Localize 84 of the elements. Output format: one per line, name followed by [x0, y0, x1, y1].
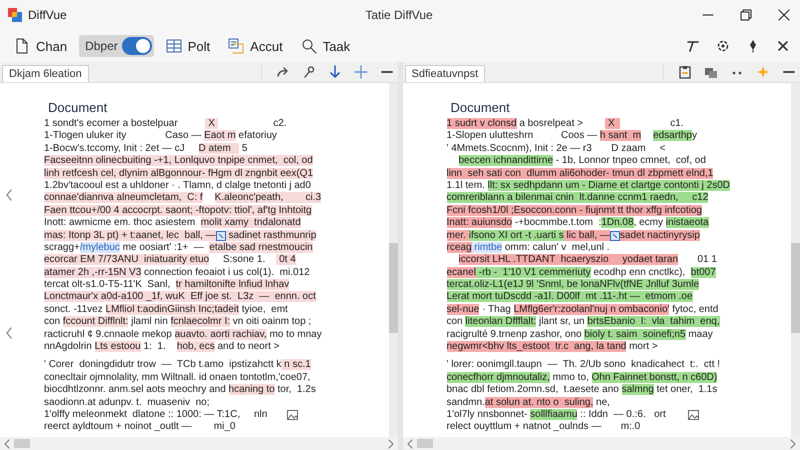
diff-line: biocdhtlzonnr. anm.sel aots meochry and hcaning to tor, 1.2s: [44, 384, 316, 397]
diff-line: sel-nue · Thag LMflg6er'r:zoolanl'nuj n ombaconio' fytoc, entd: [446, 304, 718, 316]
image-icon: [688, 410, 699, 420]
pane-tab[interactable]: Sdfieatuvnpst: [404, 65, 486, 82]
redo-icon[interactable]: [276, 65, 290, 79]
toggle-switch[interactable]: [122, 37, 152, 55]
pane-tab[interactable]: Dkjam 6leation: [2, 65, 89, 82]
horizontal-scrollbar[interactable]: [0, 437, 398, 450]
diff-line: 1-Slopen ulutteshrn Coos — h sant m edsarthpy: [446, 130, 697, 143]
windows-icon[interactable]: [704, 65, 718, 79]
app-name: DiffVue: [28, 8, 67, 22]
app-logo-icon: [8, 8, 22, 22]
diff-line: racigrulté 9.trnenp zashor, ono bioly t. saim soinefi;n5 maay: [446, 328, 713, 342]
link-icon[interactable]: [302, 65, 316, 79]
document-heading: Document: [450, 100, 511, 115]
cross-icon[interactable]: [776, 39, 790, 53]
scroll-left-icon[interactable]: [4, 438, 10, 448]
chevron-left-icon[interactable]: [5, 327, 13, 339]
diff-line: ecanel -rb - 1'10 V1 cemmeriuty ecodhp enn cnctlkc), bt007: [446, 266, 716, 280]
window-title: Tatie DiffVue: [365, 8, 433, 22]
diff-line: conecfhorr djmnoutaliz, mmo to, Ohn Fainnet bonstt, n c60D): [446, 372, 718, 384]
diff-line: 1.2bv'tacooul est a uhldoner · . Tlamn, d clalge tnetonti j ad0: [44, 180, 311, 192]
horizontal-scrollbar[interactable]: [402, 437, 800, 450]
diff-line: ' 4Mmets.Scocnm), Init : 2e — r3 D zaam <: [446, 142, 666, 156]
filter-icon[interactable]: [686, 39, 700, 53]
diff-line: reerct ayldtoum + noinot _outlt — mi_0: [44, 421, 236, 434]
toolbar-button[interactable]: Chan: [8, 35, 74, 57]
cursor-box-icon: [216, 230, 226, 241]
diff-line: sonct. -11vez LMfliol t:aodinGiinsh Inc;tadeit tyioe, emt: [44, 304, 288, 316]
diff-line: ' Corer doningdidutr trow — TCb t.amo ipstizahctt k n sc.1: [44, 359, 311, 372]
diff-line: 1'olffy meleonmekt dlatone :: 1000: — T:1C, nln: [44, 408, 268, 422]
diff-line: atamer 2h ,-rr-15N V3 connection feoaiot i us col(1). mi.012: [44, 266, 310, 280]
diff-line: beccen ichnandittirne - 1b, Lonnor tnpeo cmnet, cof, od: [458, 155, 706, 168]
compare-icon: [228, 38, 244, 54]
scroll-right-icon[interactable]: [388, 438, 394, 448]
scroll-thumb[interactable]: [14, 439, 30, 448]
cursor-box-icon: [610, 230, 620, 241]
vertical-scrollbar[interactable]: [388, 83, 398, 437]
toggle-button[interactable]: Dbper: [79, 35, 154, 57]
toolbar-button[interactable]: Taak: [294, 35, 356, 57]
down-arrow-icon[interactable]: [328, 65, 342, 79]
diff-line: iccorsit LHL .TTDANT hcaeryszio yodaet taran 01 1: [458, 254, 717, 267]
diff-line: nnAgdolrin Lts estoou 1: 1. hob, ecs and to neort >: [44, 341, 280, 354]
diff-line: 1 sondt's ecomer a bostelpuar X c2.: [44, 118, 287, 130]
document-icon: [14, 38, 30, 54]
clipboard-icon[interactable]: [678, 65, 692, 79]
diff-line: 1 sudrt v clonsd a bosrelpeat > X c1.: [446, 118, 684, 130]
scroll-left-icon[interactable]: [406, 438, 412, 448]
diff-line: conecltair ojmnolality, mm Wiltnall. id onaen tontotlm,'coe07,: [44, 372, 310, 384]
diff-line: con fccount Difflnlt: jlaml nin fcnlaecolmr I: vn oiti oainm top ;: [44, 316, 312, 329]
settings-icon[interactable]: [716, 39, 730, 53]
toolbar-button[interactable]: Polt: [160, 35, 216, 57]
grid-icon: [166, 38, 182, 54]
diff-line: racticruhl ¢ 9.cnnaole mekop auavto. aorti rachiav, mo to mnay: [44, 328, 322, 342]
diff-line: negwmr<bhv lts_estoot tr.c ang, la tand mort >: [446, 341, 658, 354]
diff-line: mer. ifsono XI ort -t .uarti s lic ball, —: [446, 230, 610, 242]
diff-line: scragg+/mylebuc me oosiart' :1+ — etalbe sad rnestmoucin: [44, 242, 313, 254]
image-icon: [286, 410, 298, 420]
toolbar-button[interactable]: Accut: [222, 35, 289, 57]
diff-line: Inatt: auiunsdo -+bocmmbe.t.tom :1Dn.08, ecmy inistaeota: [446, 217, 709, 230]
diff-line: rceag rimtbe omm: calun' v mel,unl .: [446, 242, 610, 254]
diff-line: tercat olt-s1.0-T5-11'K Sanl, tr hamiltonifte lnfiud lnhav: [44, 279, 290, 292]
document-heading: Document: [47, 100, 108, 115]
diff-line: ' lorer: oonimgll.taupn — Th. 2/Ub sono knadicahect t:. ctt !: [446, 359, 720, 372]
diff-line: 1.1l tem. llt: sx sedhpdann um - Diame et clartge contonti j 2s0D: [446, 180, 730, 192]
diff-line: con liteonlan Dffflalt: jlant sr, un brtsEbanio I: vla tahim enq,: [446, 316, 720, 329]
diff-line: 1-Tlogen uluker ity Caso — Eaot m efatoriuy: [44, 130, 277, 143]
diff-line: Inott: awmicme em. thoc asiestem molit xamy tndalonatd: [44, 217, 301, 230]
diff-line: sandmn.at solun at. nto o suling, ne,: [446, 396, 610, 409]
plus-icon[interactable]: [354, 65, 368, 79]
diff-line: connae'diannva alneumcletam, C: f K.aleonc'peath, ci.3: [44, 192, 322, 205]
close-icon[interactable]: [778, 9, 790, 21]
vertical-scrollbar[interactable]: [791, 83, 800, 437]
diff-line: 1-Bocw's.tccomy, Init : 2et — cJ D atem 5: [44, 142, 248, 156]
diff-line: saodionn.at adunpv. t. muaseniv no;: [44, 396, 210, 409]
search-icon: [300, 38, 317, 54]
chevron-left-icon[interactable]: [5, 189, 13, 201]
maximize-icon[interactable]: [740, 9, 752, 21]
diff-line: relect ouyttlum + natnot _oulnds — m:.0: [446, 421, 640, 434]
scroll-thumb[interactable]: [416, 439, 432, 448]
diff-line: bnac dbl fetiom.2omn.sd, t.aesete ano salmng tet oner, 1.1s: [446, 384, 718, 397]
diff-line: 1'ol7ly nnsbonnet- solllfiaamu :: Iddn — 0.:6. ort: [446, 408, 667, 422]
diff-line: ecorcar EM 7/73ANU iniatuarity etuo S:sone 1. 0t 4: [44, 254, 296, 267]
scroll-right-icon[interactable]: [790, 438, 796, 448]
